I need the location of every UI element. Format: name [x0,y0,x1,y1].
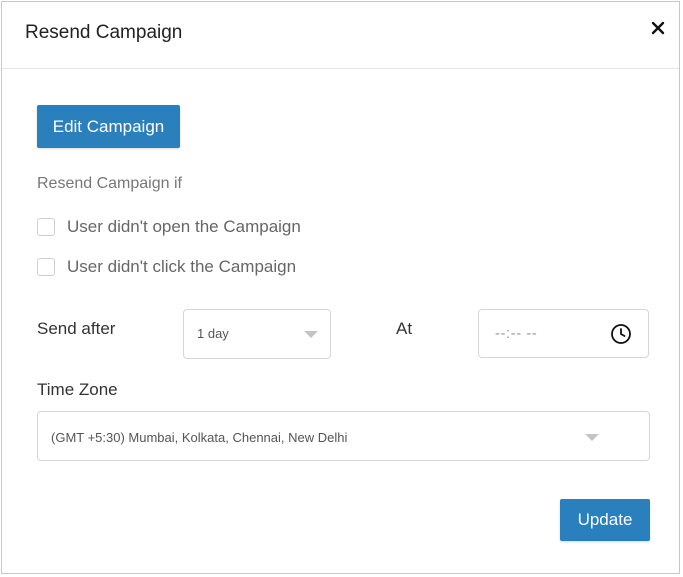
not-opened-checkbox[interactable] [37,218,55,236]
dialog-title: Resend Campaign [25,22,183,43]
not-clicked-checkbox[interactable] [37,258,55,276]
send-after-value: 1 day [197,326,229,341]
not-clicked-label: User didn't click the Campaign [67,257,297,276]
chevron-down-icon [304,331,318,338]
time-zone-value: (GMT +5:30) Mumbai, Kolkata, Chennai, Ne… [51,430,348,445]
not-opened-label: User didn't open the Campaign [67,217,301,236]
resend-campaign-dialog: Resend Campaign Edit Campaign Resend Cam… [1,1,680,574]
send-after-select[interactable]: 1 day [183,309,331,359]
time-zone-label: Time Zone [37,380,118,399]
clock-icon[interactable] [610,323,632,345]
edit-campaign-button[interactable]: Edit Campaign [37,105,180,148]
resend-condition-label: Resend Campaign if [37,175,182,192]
update-button[interactable]: Update [560,499,650,541]
time-zone-select[interactable]: (GMT +5:30) Mumbai, Kolkata, Chennai, Ne… [37,411,650,461]
at-label: At [396,319,413,338]
send-after-label: Send after [37,319,116,338]
dialog-header: Resend Campaign [2,2,679,69]
time-input[interactable]: --:-- -- [478,309,649,358]
time-value: --:-- -- [495,325,538,342]
resend-if-not-clicked-option[interactable]: User didn't click the Campaign [37,257,296,277]
chevron-down-icon [585,434,599,441]
close-icon[interactable] [649,19,667,37]
resend-if-not-opened-option[interactable]: User didn't open the Campaign [37,217,301,237]
